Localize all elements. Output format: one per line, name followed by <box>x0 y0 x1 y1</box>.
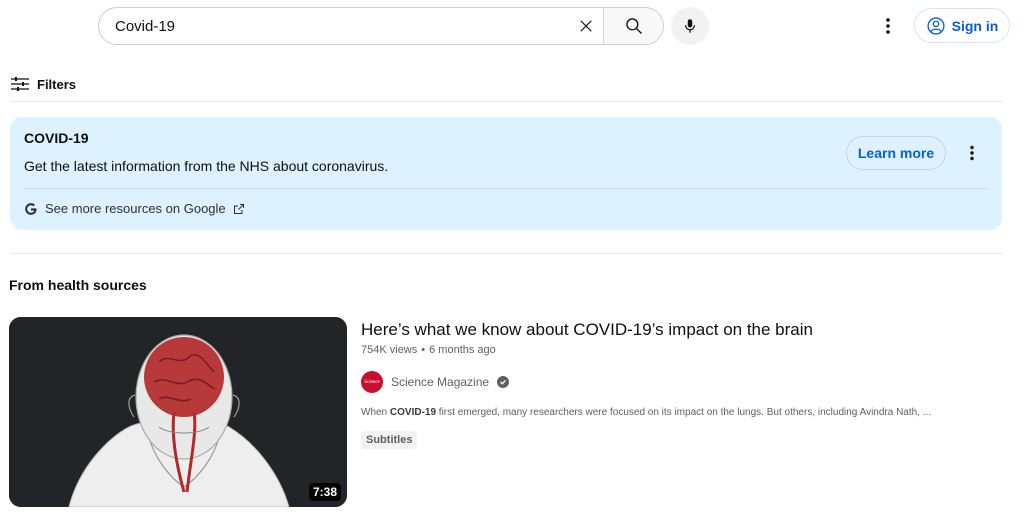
view-count: 754K views <box>361 344 418 356</box>
meta-separator: • <box>421 344 426 356</box>
settings-menu-button[interactable] <box>874 12 902 40</box>
video-duration: 7:38 <box>308 483 341 501</box>
search-icon <box>625 18 642 34</box>
info-panel-title: COVID-19 <box>24 130 89 146</box>
close-icon <box>580 20 592 32</box>
search-box: Covid-19 <box>98 7 664 45</box>
sign-in-button[interactable]: Sign in <box>914 8 1010 43</box>
snippet-highlight: COVID-19 <box>389 407 437 418</box>
snippet-prefix: When <box>361 407 390 418</box>
info-panel-divider <box>24 188 988 189</box>
sign-in-label: Sign in <box>951 17 999 34</box>
account-circle-icon <box>927 16 945 35</box>
video-thumbnail[interactable]: 7:38 <box>9 317 347 507</box>
divider <box>10 101 1002 102</box>
info-panel-more-button[interactable] <box>960 141 984 165</box>
video-metadata: 754K views • 6 months ago <box>361 344 496 356</box>
section-heading: From health sources <box>9 277 147 293</box>
check-icon <box>500 379 506 385</box>
info-panel-body: Get the latest information from the NHS … <box>24 158 389 174</box>
channel-name[interactable]: Science Magazine <box>391 375 489 389</box>
google-resources-label: See more resources on Google <box>45 201 226 216</box>
clear-search-button[interactable] <box>569 8 603 44</box>
verified-badge-icon <box>497 376 510 388</box>
google-g-icon <box>25 202 37 215</box>
filters-label: Filters <box>37 76 77 92</box>
snippet-rest: first emerged, many researchers were foc… <box>436 407 932 418</box>
more-vert-icon <box>886 18 890 34</box>
upload-age: 6 months ago <box>429 344 496 356</box>
mic-icon <box>684 19 696 33</box>
info-panel: COVID-19 Get the latest information from… <box>10 117 1002 230</box>
subtitles-badge: Subtitles <box>361 431 418 449</box>
learn-more-button[interactable]: Learn more <box>846 136 946 170</box>
search-button[interactable] <box>603 8 663 44</box>
filters-button[interactable]: Filters <box>10 74 76 94</box>
search-input[interactable]: Covid-19 <box>99 8 569 44</box>
tune-icon <box>11 77 29 91</box>
channel-link[interactable]: Science Science Magazine <box>361 371 510 393</box>
video-title[interactable]: Here’s what we know about COVID-19’s imp… <box>361 320 813 340</box>
video-description-snippet: When COVID-19 first emerged, many resear… <box>361 407 1001 418</box>
open-in-new-icon <box>233 203 244 214</box>
divider <box>10 253 1002 254</box>
voice-search-button[interactable] <box>671 7 709 45</box>
channel-avatar[interactable]: Science <box>361 371 383 393</box>
more-vert-icon <box>970 145 974 161</box>
brain-illustration-thumbnail <box>9 317 347 507</box>
google-resources-link[interactable]: See more resources on Google <box>24 201 245 216</box>
